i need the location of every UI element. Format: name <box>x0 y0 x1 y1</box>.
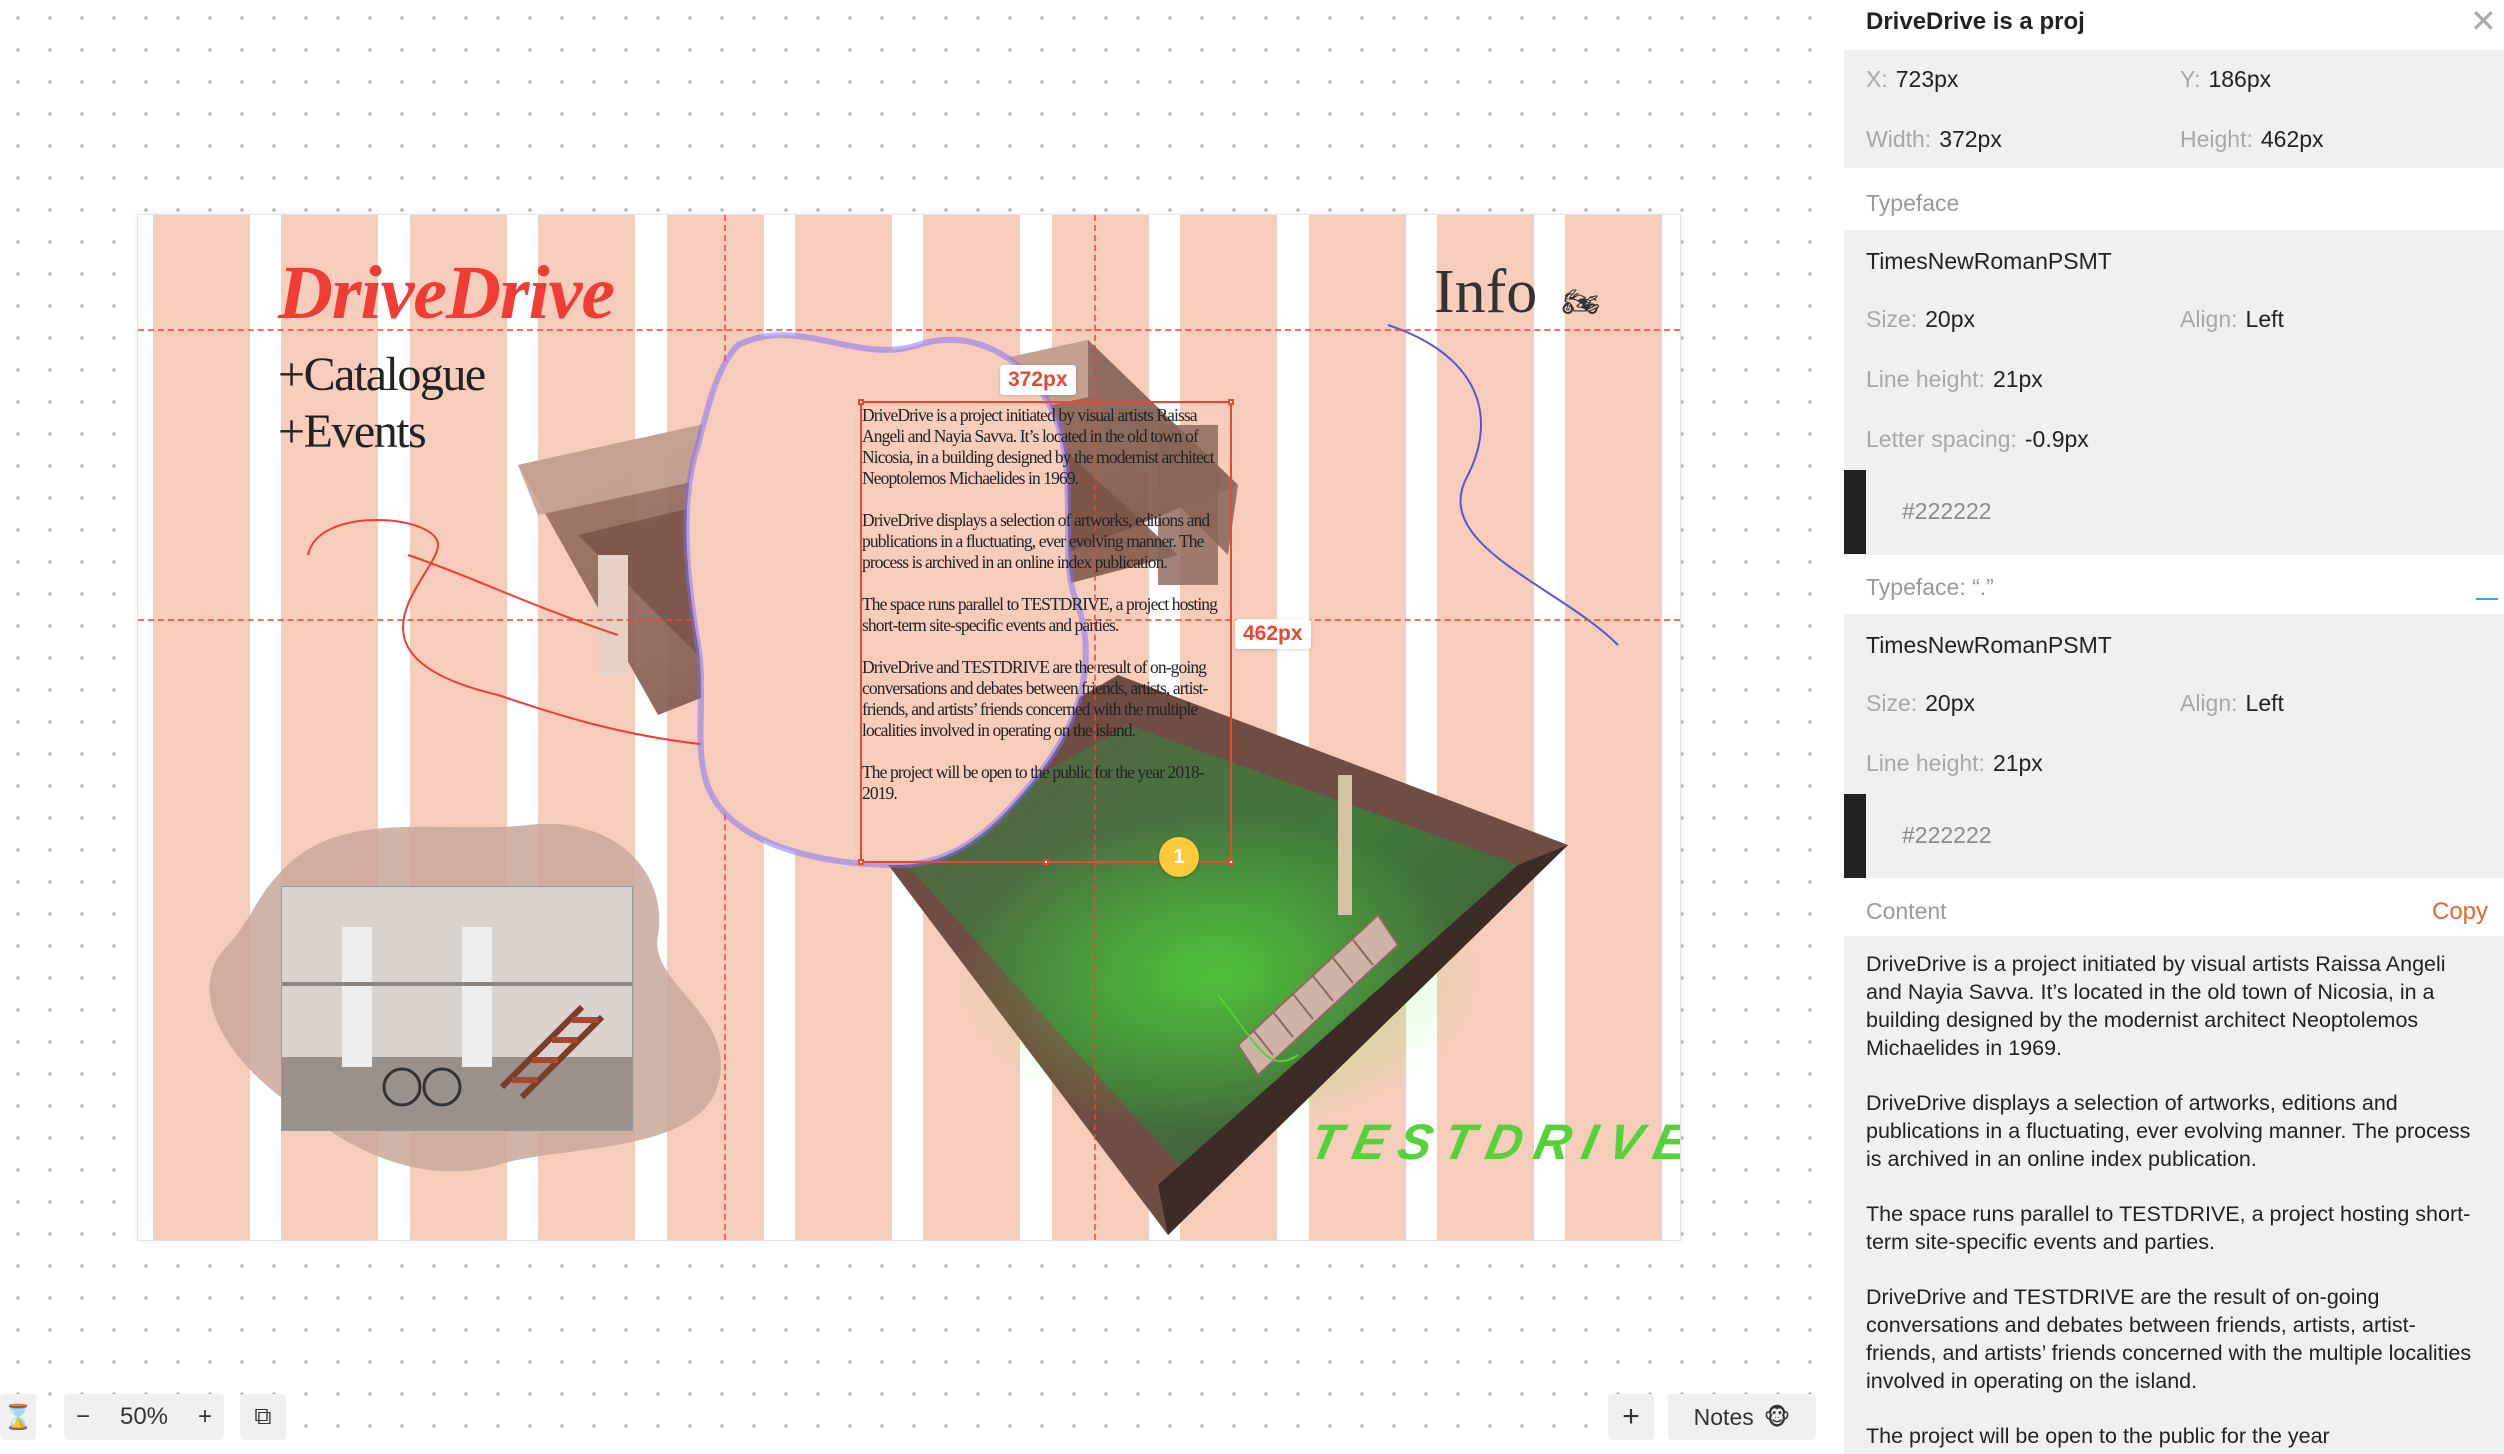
inspector-panel: DriveDrive is a proj ✕ X: 723px Y: 186px W… <box>1840 0 2504 1454</box>
design-canvas[interactable]: DriveDrive +Catalogue +Events Info 🏍 Dri… <box>0 0 1840 1454</box>
hourglass-icon[interactable]: ⌛ <box>0 1394 36 1440</box>
line-height-prop: Line height: 21px <box>1866 366 2043 392</box>
zoom-out-button[interactable]: − <box>76 1403 90 1431</box>
typeface-heading: Typeface <box>1866 190 1960 216</box>
paragraph: DriveDrive displays a selection of artwo… <box>1866 1091 2471 1171</box>
monkey-icon: 🐵 <box>1763 1403 1791 1430</box>
comment-pin[interactable]: 1 <box>1159 837 1199 877</box>
testdrive-logo: TESTDRIVE <box>1305 1114 1681 1170</box>
height-prop: Height: 462px <box>2180 126 2324 152</box>
close-icon[interactable]: ✕ <box>2470 2 2497 40</box>
color-2-hex: #222222 <box>1902 822 1992 848</box>
inspector-title: DriveDrive is a proj <box>1866 8 2085 35</box>
typeface-2-heading: Typeface: “.” <box>1866 574 1994 600</box>
resize-handle-b[interactable] <box>1043 859 1049 865</box>
gallery-photo <box>281 886 633 1131</box>
x-prop: X: 723px <box>1866 66 1959 92</box>
zoom-level: 50% <box>119 1403 169 1430</box>
logo[interactable]: DriveDrive <box>278 255 615 331</box>
resize-handle-bl[interactable] <box>858 859 864 865</box>
height-badge: 462px <box>1235 619 1311 649</box>
selection-frame[interactable] <box>858 399 1234 865</box>
letter-spacing-prop: Letter spacing: -0.9px <box>1866 426 2089 452</box>
color-hex: #222222 <box>1902 498 1992 524</box>
resize-handle-tl[interactable] <box>858 399 864 405</box>
copy-button[interactable]: Copy <box>2432 898 2488 926</box>
tab-indicator <box>2476 598 2498 600</box>
notes-label: Notes <box>1693 1403 1754 1430</box>
font-2-name: TimesNewRomanPSMT <box>1866 632 2112 658</box>
line-height-2-prop: Line height: 21px <box>1866 750 2043 776</box>
paragraph: DriveDrive is a project initiated by vis… <box>1866 952 2446 1060</box>
notes-button[interactable]: Notes 🐵 <box>1668 1394 1816 1440</box>
font-name: TimesNewRomanPSMT <box>1866 248 2112 274</box>
artboard[interactable]: DriveDrive +Catalogue +Events Info 🏍 Dri… <box>137 214 1681 1241</box>
size-2-prop: Size: 20px <box>1866 690 1976 716</box>
paragraph: DriveDrive and TESTDRIVE are the result … <box>1866 1285 2472 1393</box>
resize-handle-br[interactable] <box>1228 859 1234 865</box>
motorcycle-icon: 🏍 <box>1562 286 1601 319</box>
nav-events-link[interactable]: +Events <box>278 408 427 456</box>
add-button[interactable]: + <box>1608 1394 1654 1440</box>
align-2-prop: Align: Left <box>2180 690 2284 716</box>
content-text[interactable]: DriveDrive is a project initiated by vis… <box>1866 950 2484 1454</box>
zoom-in-button[interactable]: + <box>198 1403 212 1431</box>
color-2-swatch[interactable] <box>1844 794 1866 878</box>
width-prop: Width: 372px <box>1866 126 2002 152</box>
paragraph: The space runs parallel to TESTDRIVE, a … <box>1866 1202 2471 1254</box>
open-external-icon[interactable]: ⧉ <box>240 1394 286 1440</box>
color-swatch[interactable] <box>1844 470 1866 554</box>
paragraph: The project will be open to the public f… <box>1866 1424 2330 1448</box>
content-heading: Content <box>1866 898 1947 924</box>
nav-catalogue-link[interactable]: +Catalogue <box>278 351 486 399</box>
y-prop: Y: 186px <box>2180 66 2272 92</box>
width-badge: 372px <box>1000 365 1076 395</box>
resize-handle-tr[interactable] <box>1228 399 1234 405</box>
nav-info-link[interactable]: Info <box>1434 261 1537 323</box>
zoom-control: − 50% + <box>64 1394 224 1440</box>
size-prop: Size: 20px <box>1866 306 1976 332</box>
align-prop: Align: Left <box>2180 306 2284 332</box>
